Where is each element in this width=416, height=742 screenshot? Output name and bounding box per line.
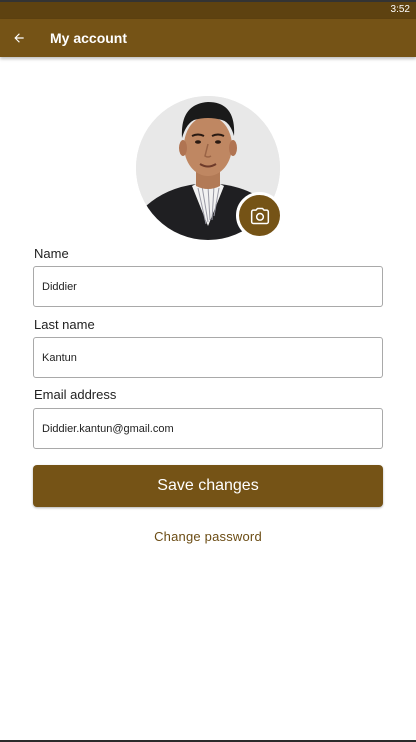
change-photo-button[interactable] — [236, 192, 283, 239]
my-account-screen: 3:52 My account Name Diddier Last name K… — [0, 0, 416, 742]
app-bar: My account — [0, 19, 416, 57]
status-time: 3:52 — [390, 4, 410, 15]
arrow-left-icon — [14, 33, 24, 43]
name-input[interactable] — [33, 266, 383, 307]
email-input[interactable] — [33, 408, 383, 449]
name-label: Name — [34, 246, 69, 261]
email-label: Email address — [34, 387, 117, 402]
profile-photo-container — [136, 96, 283, 241]
camera-icon — [250, 207, 269, 224]
last-name-label: Last name — [34, 317, 95, 332]
status-bar: 3:52 — [0, 0, 416, 19]
change-password-link[interactable]: Change password — [0, 529, 416, 544]
last-name-input[interactable] — [33, 337, 383, 378]
back-button[interactable] — [0, 19, 38, 57]
page-title: My account — [50, 30, 128, 46]
save-changes-button[interactable]: Save changes — [33, 465, 383, 507]
